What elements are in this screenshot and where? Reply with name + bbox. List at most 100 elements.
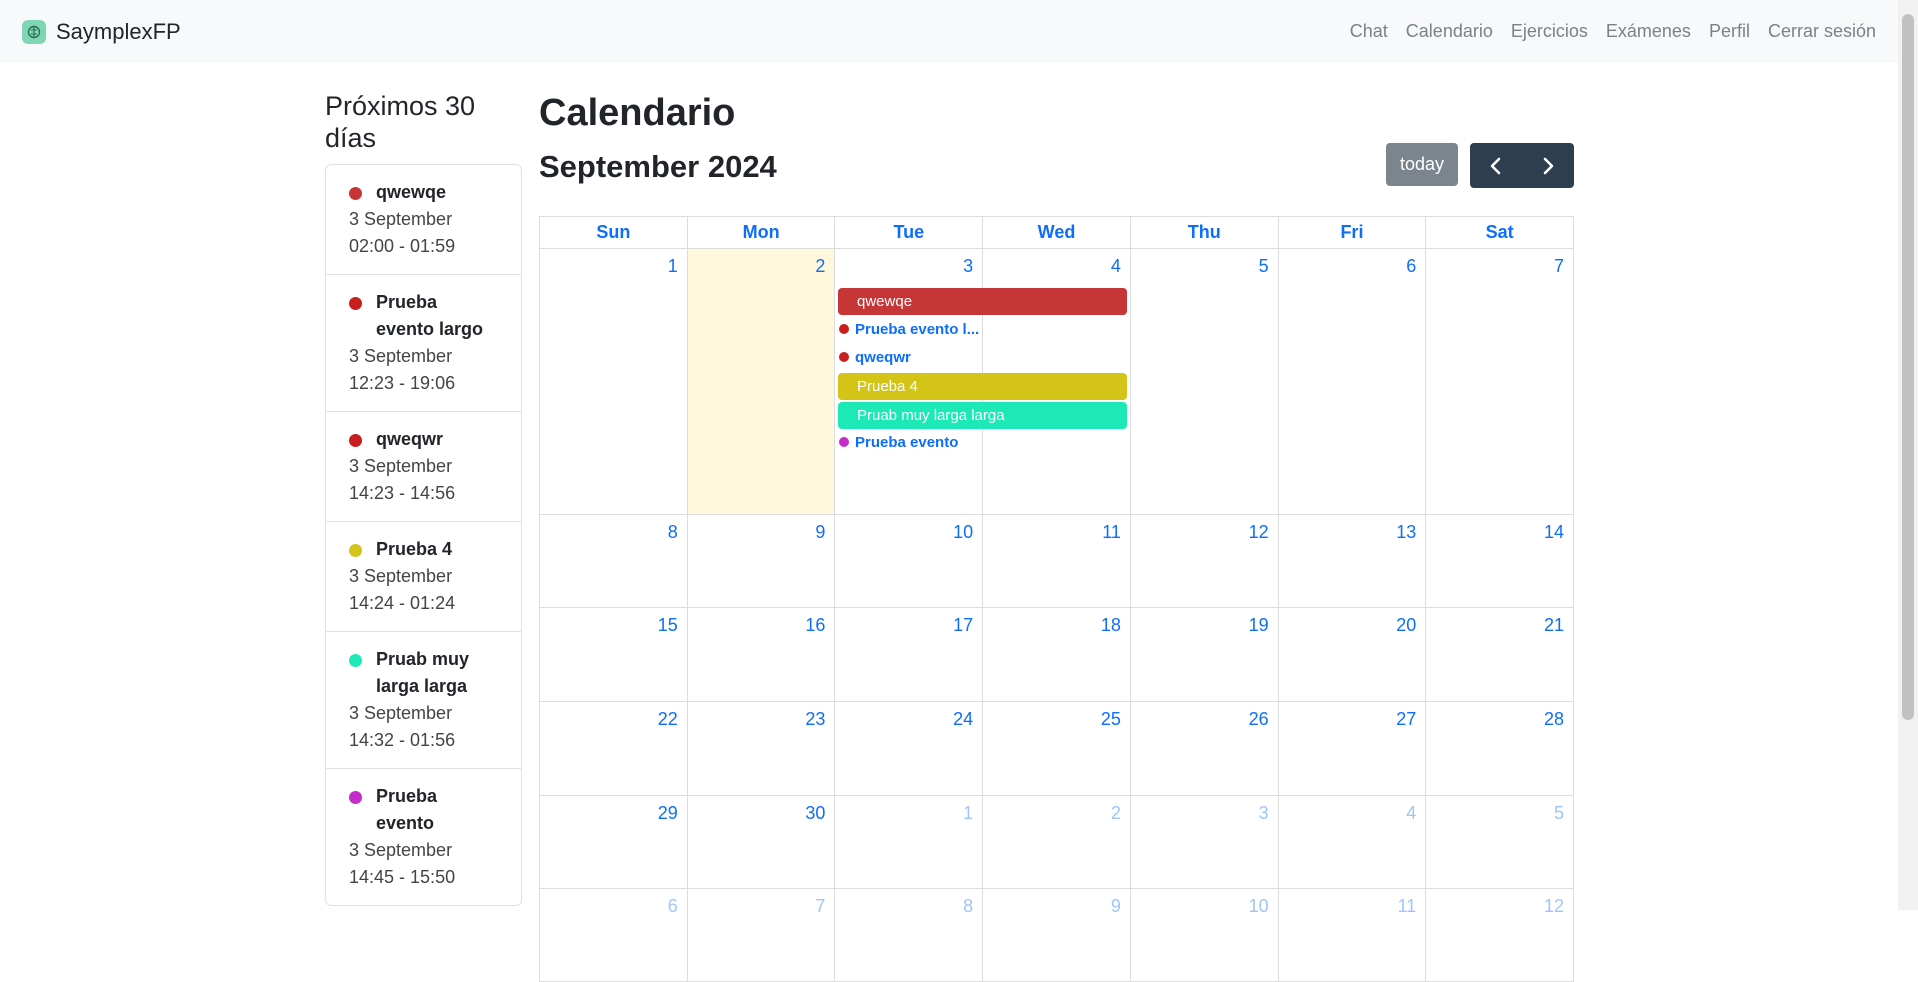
page-scrollbar[interactable] — [1898, 0, 1918, 910]
calendar-event-block[interactable]: Pruab muy larga larga — [838, 402, 1127, 429]
day-cell[interactable]: 17 — [835, 608, 984, 702]
day-number[interactable]: 4 — [1406, 803, 1416, 824]
day-number[interactable]: 9 — [1111, 896, 1121, 917]
nav-link-calendario[interactable]: Calendario — [1406, 21, 1493, 42]
day-number[interactable]: 14 — [1544, 522, 1564, 543]
upcoming-event-item[interactable]: Prueba evento largo 3 September 12:23 - … — [326, 275, 521, 412]
day-number[interactable]: 10 — [953, 522, 973, 543]
day-number[interactable]: 30 — [805, 803, 825, 824]
day-cell[interactable]: 22 — [540, 702, 688, 796]
day-cell[interactable]: 24 — [835, 702, 984, 796]
day-cell[interactable]: 23 — [687, 702, 836, 796]
upcoming-event-item[interactable]: Pruab muy larga larga 3 September 14:32 … — [326, 632, 521, 769]
day-number[interactable]: 21 — [1544, 615, 1564, 636]
day-cell-other-month[interactable]: 10 — [1130, 889, 1279, 982]
day-number[interactable]: 7 — [815, 896, 825, 917]
day-cell-other-month[interactable]: 1 — [835, 796, 984, 889]
day-cell[interactable]: 7 — [1426, 249, 1575, 515]
nav-link-perfil[interactable]: Perfil — [1709, 21, 1750, 42]
upcoming-event-item[interactable]: qwewqe 3 September 02:00 - 01:59 — [326, 165, 521, 275]
day-cell[interactable]: 29 — [540, 796, 688, 889]
day-cell-other-month[interactable]: 7 — [687, 889, 836, 982]
day-cell-other-month[interactable]: 5 — [1426, 796, 1575, 889]
nav-link-chat[interactable]: Chat — [1350, 21, 1388, 42]
brand[interactable]: SaymplexFP — [22, 19, 181, 45]
day-number[interactable]: 29 — [658, 803, 678, 824]
day-number[interactable]: 18 — [1101, 615, 1121, 636]
day-cell[interactable]: 28 — [1426, 702, 1575, 796]
day-number[interactable]: 17 — [953, 615, 973, 636]
day-number[interactable]: 24 — [953, 709, 973, 730]
day-number[interactable]: 5 — [1554, 803, 1564, 824]
day-number[interactable]: 4 — [1111, 256, 1121, 277]
day-cell-other-month[interactable]: 12 — [1426, 889, 1575, 982]
day-number[interactable]: 2 — [1111, 803, 1121, 824]
day-cell-other-month[interactable]: 6 — [540, 889, 688, 982]
day-cell[interactable]: 14 — [1426, 515, 1575, 608]
upcoming-event-item[interactable]: Prueba evento 3 September 14:45 - 15:50 — [326, 769, 521, 905]
day-cell[interactable]: 30 — [687, 796, 836, 889]
day-cell[interactable]: 6 — [1278, 249, 1427, 515]
day-cell[interactable]: 5 — [1130, 249, 1279, 515]
nav-link-ejercicios[interactable]: Ejercicios — [1511, 21, 1588, 42]
next-month-button[interactable] — [1522, 143, 1574, 188]
day-cell-other-month[interactable]: 3 — [1130, 796, 1279, 889]
day-number[interactable]: 15 — [658, 615, 678, 636]
day-cell-other-month[interactable]: 8 — [835, 889, 984, 982]
day-number[interactable]: 6 — [668, 896, 678, 917]
day-number[interactable]: 13 — [1396, 522, 1416, 543]
day-number[interactable]: 10 — [1249, 896, 1269, 917]
day-cell[interactable]: 19 — [1130, 608, 1279, 702]
upcoming-event-item[interactable]: qweqwr 3 September 14:23 - 14:56 — [326, 412, 521, 522]
day-number[interactable]: 11 — [1102, 522, 1121, 543]
day-cell[interactable]: 16 — [687, 608, 836, 702]
day-cell[interactable]: 20 — [1278, 608, 1427, 702]
day-cell[interactable]: 15 — [540, 608, 688, 702]
day-cell[interactable]: 21 — [1426, 608, 1575, 702]
day-number[interactable]: 1 — [668, 256, 678, 277]
day-number[interactable]: 5 — [1259, 256, 1269, 277]
day-number[interactable]: 25 — [1101, 709, 1121, 730]
day-cell[interactable]: 26 — [1130, 702, 1279, 796]
day-number[interactable]: 7 — [1554, 256, 1564, 277]
day-number[interactable]: 20 — [1396, 615, 1416, 636]
calendar-event-dot-item[interactable]: qweqwr — [839, 346, 911, 368]
nav-link-logout[interactable]: Cerrar sesión — [1768, 21, 1876, 42]
day-cell-other-month[interactable]: 9 — [983, 889, 1131, 982]
day-cell[interactable]: 9 — [687, 515, 836, 608]
day-cell[interactable]: 11 — [983, 515, 1131, 608]
day-number[interactable]: 3 — [1259, 803, 1269, 824]
day-number[interactable]: 8 — [668, 522, 678, 543]
day-cell[interactable]: 8 — [540, 515, 688, 608]
day-cell[interactable]: 12 — [1130, 515, 1279, 608]
nav-link-examenes[interactable]: Exámenes — [1606, 21, 1691, 42]
scrollbar-thumb[interactable] — [1902, 14, 1914, 720]
day-cell-other-month[interactable]: 11 — [1278, 889, 1427, 982]
day-cell-other-month[interactable]: 2 — [983, 796, 1131, 889]
day-number[interactable]: 9 — [815, 522, 825, 543]
day-number[interactable]: 12 — [1249, 522, 1269, 543]
day-number[interactable]: 27 — [1396, 709, 1416, 730]
day-number[interactable]: 28 — [1544, 709, 1564, 730]
day-number[interactable]: 1 — [963, 803, 973, 824]
upcoming-event-item[interactable]: Prueba 4 3 September 14:24 - 01:24 — [326, 522, 521, 632]
day-cell-other-month[interactable]: 4 — [1278, 796, 1427, 889]
day-cell[interactable]: 18 — [983, 608, 1131, 702]
calendar-event-block[interactable]: qwewqe — [838, 288, 1127, 315]
prev-month-button[interactable] — [1470, 143, 1522, 188]
day-cell[interactable]: 10 — [835, 515, 984, 608]
day-number[interactable]: 26 — [1249, 709, 1269, 730]
day-cell-today[interactable]: 2 — [687, 249, 836, 515]
day-number[interactable]: 3 — [963, 256, 973, 277]
day-number[interactable]: 22 — [658, 709, 678, 730]
day-number[interactable]: 16 — [805, 615, 825, 636]
calendar-event-dot-item[interactable]: Prueba evento — [839, 431, 958, 453]
day-cell[interactable]: 13 — [1278, 515, 1427, 608]
calendar-event-dot-item[interactable]: Prueba evento l... — [839, 318, 983, 340]
today-button[interactable]: today — [1386, 143, 1458, 186]
calendar-event-block[interactable]: Prueba 4 — [838, 373, 1127, 400]
day-number[interactable]: 8 — [963, 896, 973, 917]
day-number[interactable]: 19 — [1249, 615, 1269, 636]
day-number[interactable]: 23 — [805, 709, 825, 730]
day-cell[interactable]: 25 — [983, 702, 1131, 796]
